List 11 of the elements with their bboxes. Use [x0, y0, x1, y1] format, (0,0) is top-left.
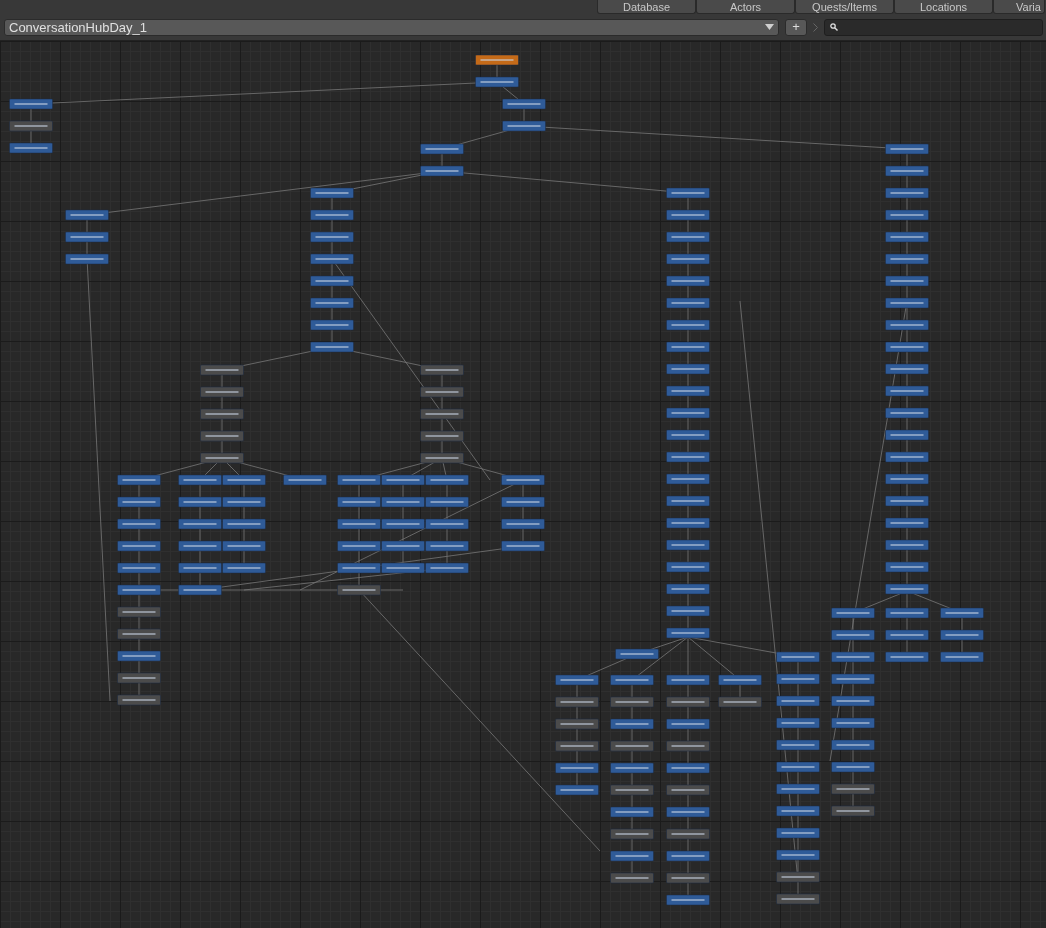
database-tab[interactable]: Actors	[696, 0, 795, 14]
database-tab[interactable]: Quests/Items	[795, 0, 894, 14]
chevron-icon	[813, 22, 818, 32]
search-icon	[830, 23, 838, 31]
database-tab[interactable]: Locations	[894, 0, 993, 14]
caret-icon	[765, 24, 774, 30]
search-field[interactable]	[824, 18, 1043, 36]
add-button[interactable]: +	[785, 18, 807, 36]
conversation-dropdown[interactable]: ConversationHubDay_1	[4, 18, 779, 36]
database-tab[interactable]: Varia	[993, 0, 1045, 14]
database-tab[interactable]: Database	[597, 0, 696, 14]
